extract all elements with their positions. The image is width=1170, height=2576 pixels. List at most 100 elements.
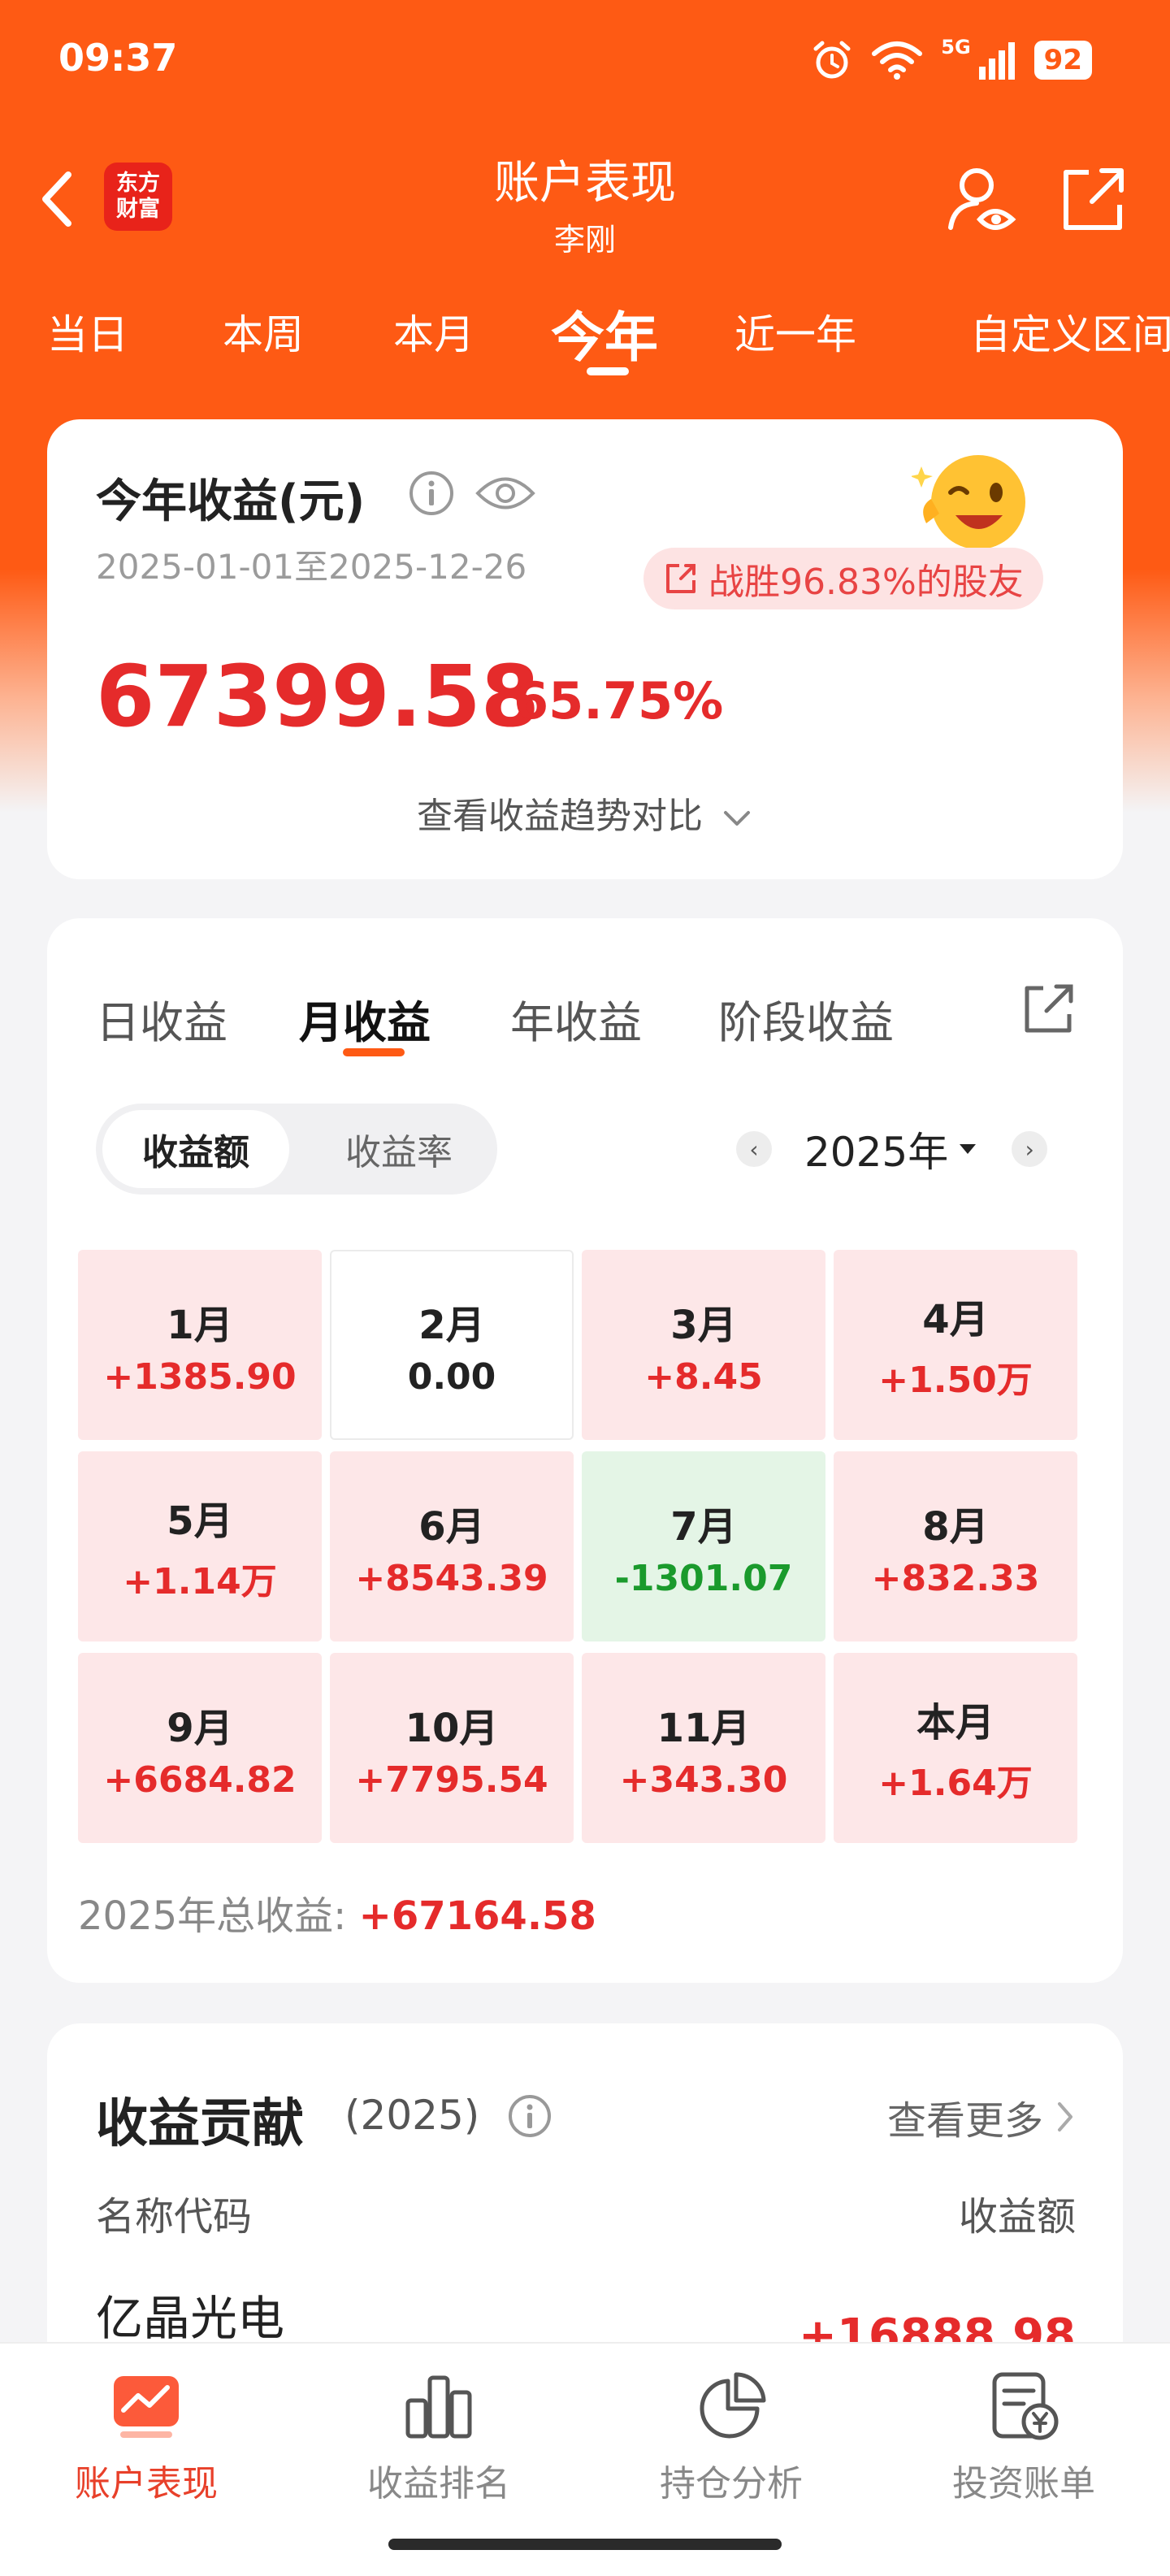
- beat-text: 战胜96.83%的股友: [708, 562, 1024, 603]
- view-more-link[interactable]: 查看更多: [887, 2088, 1076, 2145]
- trend-link-label: 查看收益趋势对比: [417, 796, 703, 837]
- chevron-down-icon: [724, 811, 750, 826]
- column-header-name: 名称代码: [96, 2194, 253, 2240]
- eye-icon[interactable]: [474, 471, 536, 515]
- bar-ranking-icon: [405, 2375, 472, 2439]
- profit-amount: 67399.58: [96, 647, 540, 746]
- amount-rate-toggle: 收益额 收益率: [96, 1104, 497, 1195]
- month-name: 6月: [418, 1503, 485, 1550]
- summary-card: 今年收益(元) 2025-01-01至2025-12-26 战胜96.83%的股…: [47, 419, 1123, 879]
- nav-investment-bill[interactable]: 投资账单: [918, 2368, 1129, 2506]
- month-name: 1月: [167, 1302, 233, 1348]
- month-cell-nov[interactable]: 11月 +343.30: [582, 1653, 826, 1843]
- share-small-icon: [666, 564, 696, 593]
- month-cell-aug[interactable]: 8月 +832.33: [834, 1451, 1077, 1641]
- month-cell-jun[interactable]: 6月 +8543.39: [330, 1451, 574, 1641]
- month-value: +8.45: [644, 1355, 763, 1398]
- summary-title: 今年收益(元): [96, 475, 366, 528]
- next-year-button[interactable]: ›: [1012, 1131, 1048, 1167]
- tab-active-indicator: [587, 367, 629, 375]
- pie-chart-icon: [700, 2372, 766, 2439]
- signal-icon: [978, 42, 1015, 80]
- month-cell-jan[interactable]: 1月 +1385.90: [78, 1250, 322, 1440]
- prev-year-button[interactable]: ‹: [736, 1131, 772, 1167]
- holding-name[interactable]: 亿晶光电: [96, 2280, 284, 2348]
- nav-label: 投资账单: [952, 2463, 1095, 2504]
- returns-card: 日收益 月收益 年收益 阶段收益 收益额 收益率 ‹ 2025年 › 1月 +13…: [47, 918, 1123, 1983]
- tab-last-year[interactable]: 近一年: [734, 302, 856, 361]
- home-indicator[interactable]: [388, 2539, 782, 2550]
- chevron-right-icon: [1058, 2102, 1072, 2131]
- tab-this-month[interactable]: 本月: [393, 302, 474, 361]
- month-cell-may[interactable]: 5月 +1.14万: [78, 1451, 322, 1641]
- nav-ranking[interactable]: 收益排名: [333, 2368, 544, 2506]
- month-cell-current[interactable]: 本月 +1.64万: [834, 1653, 1077, 1843]
- battery-indicator: 92: [1034, 41, 1092, 80]
- month-value: +7795.54: [355, 1759, 548, 1801]
- status-time: 09:37: [58, 36, 178, 80]
- nav-holdings-analysis[interactable]: 持仓分析: [626, 2368, 837, 2506]
- year-total-value: +67164.58: [358, 1893, 596, 1939]
- bottom-nav: 账户表现 收益排名 持仓分析 投资账单: [0, 2342, 1170, 2576]
- bill-yuan-icon: [992, 2372, 1059, 2440]
- month-value: +1.14万: [123, 1561, 277, 1602]
- tab-daily-returns[interactable]: 日收益: [96, 987, 228, 1051]
- month-name: 10月: [405, 1705, 499, 1751]
- toggle-amount[interactable]: 收益额: [102, 1110, 289, 1188]
- wink-emoji-icon: [912, 455, 1025, 549]
- column-header-amount: 收益额: [958, 2194, 1076, 2240]
- profit-rate: 65.75%: [514, 671, 724, 731]
- month-value: +6684.82: [103, 1759, 297, 1801]
- month-name: 5月: [167, 1498, 233, 1544]
- export-icon[interactable]: [1019, 980, 1077, 1039]
- month-cell-jul[interactable]: 7月 -1301.07: [582, 1451, 826, 1641]
- month-name: 11月: [656, 1705, 751, 1751]
- month-cell-apr[interactable]: 4月 +1.50万: [834, 1250, 1077, 1440]
- tab-today[interactable]: 当日: [47, 302, 128, 361]
- contribution-year: (2025): [344, 2092, 480, 2139]
- month-value: +343.30: [619, 1759, 788, 1801]
- month-value: +832.33: [871, 1557, 1040, 1599]
- toggle-rate[interactable]: 收益率: [307, 1110, 491, 1188]
- caret-down-icon: [960, 1144, 977, 1154]
- month-value: +8543.39: [355, 1557, 548, 1599]
- year-total: 2025年总收益: +67164.58: [78, 1884, 596, 1941]
- month-value: 0.00: [407, 1355, 496, 1398]
- contribution-title: 收益贡献: [96, 2094, 304, 2154]
- month-name: 本月: [916, 1700, 994, 1746]
- info-icon[interactable]: [408, 470, 455, 517]
- year-label: 2025年: [804, 1129, 949, 1176]
- tab-stage-returns[interactable]: 阶段收益: [718, 987, 894, 1051]
- month-value: +1.50万: [878, 1360, 1033, 1401]
- month-value: -1301.07: [614, 1557, 793, 1599]
- month-cell-feb[interactable]: 2月 0.00: [330, 1250, 574, 1440]
- month-cell-sep[interactable]: 9月 +6684.82: [78, 1653, 322, 1843]
- date-range: 2025-01-01至2025-12-26: [96, 547, 527, 587]
- sub-tab-indicator: [343, 1048, 405, 1056]
- month-cell-oct[interactable]: 10月 +7795.54: [330, 1653, 574, 1843]
- trend-compare-link[interactable]: 查看收益趋势对比: [47, 787, 1123, 839]
- month-name: 8月: [922, 1503, 989, 1550]
- info-icon[interactable]: [507, 2093, 552, 2139]
- network-type: 5G: [941, 36, 971, 59]
- tab-this-week[interactable]: 本周: [223, 302, 304, 361]
- month-name: 2月: [418, 1302, 485, 1348]
- tab-this-year[interactable]: 今年: [551, 294, 658, 372]
- nav-label: 持仓分析: [660, 2463, 803, 2504]
- user-visibility-icon[interactable]: [946, 163, 1019, 236]
- year-dropdown[interactable]: 2025年: [804, 1120, 979, 1178]
- beat-percentage-badge[interactable]: 战胜96.83%的股友: [644, 548, 1043, 609]
- month-name: 3月: [670, 1302, 737, 1348]
- status-icons: 5G 92: [811, 36, 1092, 85]
- tab-custom-range[interactable]: 自定义区间: [970, 302, 1170, 361]
- nav-account-performance[interactable]: 账户表现: [41, 2368, 252, 2506]
- nav-label: 账户表现: [75, 2463, 218, 2504]
- alarm-icon: [813, 41, 851, 79]
- tab-yearly-returns[interactable]: 年收益: [510, 987, 642, 1051]
- share-icon[interactable]: [1056, 163, 1129, 236]
- nav-label: 收益排名: [367, 2463, 510, 2504]
- tab-monthly-returns[interactable]: 月收益: [299, 987, 431, 1051]
- month-cell-mar[interactable]: 3月 +8.45: [582, 1250, 826, 1440]
- chart-line-icon: [114, 2376, 179, 2438]
- year-total-label: 2025年总收益:: [78, 1893, 347, 1939]
